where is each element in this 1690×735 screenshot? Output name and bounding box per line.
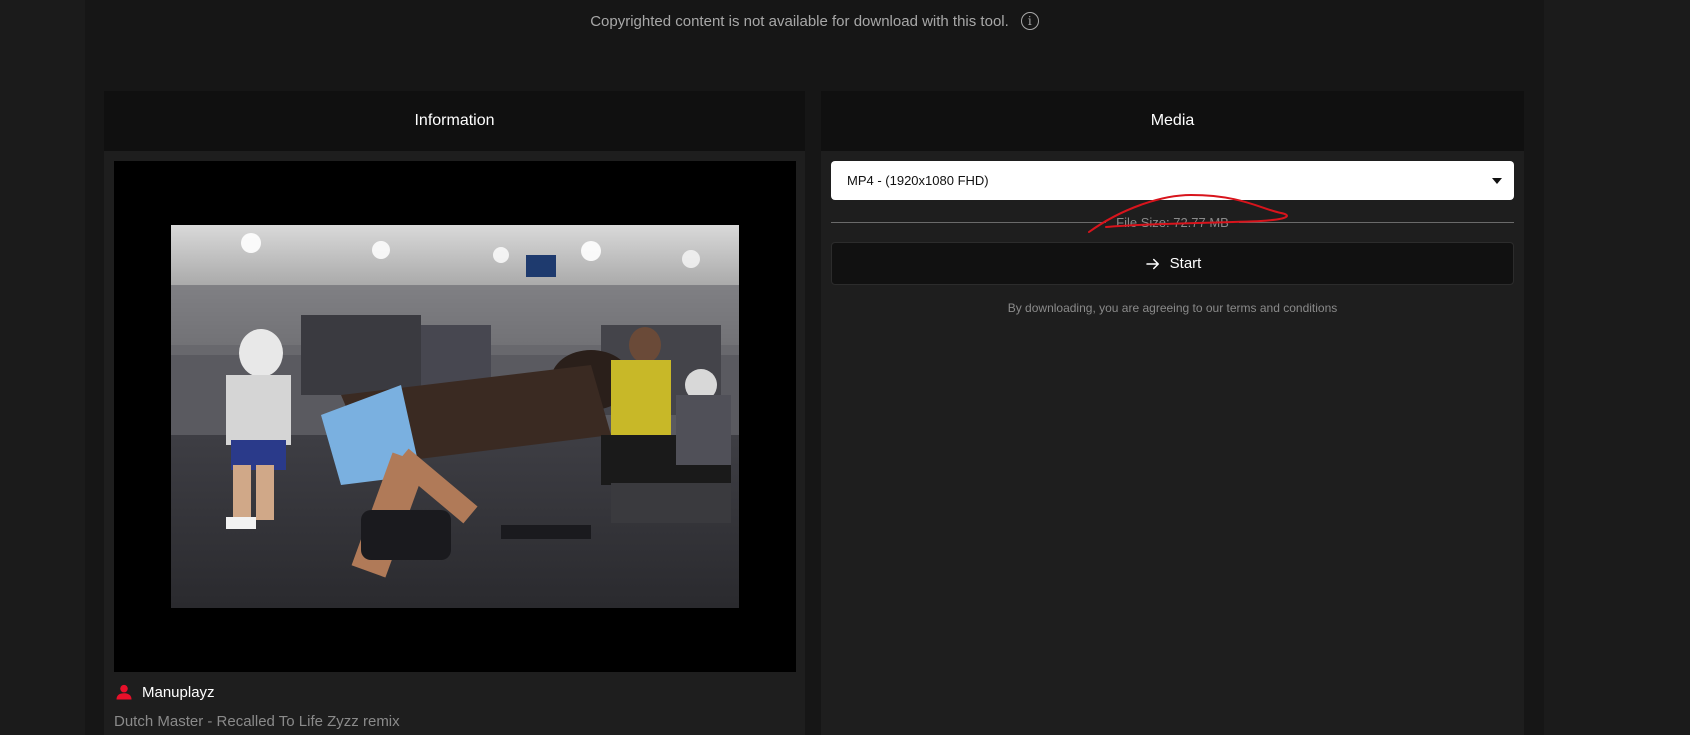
arrow-right-icon [1145,258,1159,269]
author-row: Manuplayz [114,682,215,702]
information-panel: Information Manuplayz Dutch Master - Rec… [104,91,805,735]
video-player[interactable] [114,161,796,672]
divider-right [1238,221,1514,223]
copyright-notice: Copyrighted content is not available for… [85,12,1544,30]
main-container: Copyrighted content is not available for… [85,0,1544,735]
format-select[interactable]: MP4 - (1920x1080 FHD) [831,161,1514,200]
format-select-value: MP4 - (1920x1080 FHD) [847,173,989,188]
divider-left [831,221,1107,223]
media-header: Media [821,91,1524,151]
file-size-text: File Size: 72.77 MB [1116,214,1229,230]
file-size-row: File Size: 72.77 MB [831,212,1514,232]
video-thumbnail [171,225,739,608]
video-title: Dutch Master - Recalled To Life Zyzz rem… [114,713,400,730]
information-header: Information [104,91,805,151]
media-panel: Media MP4 - (1920x1080 FHD) File Size: 7… [821,91,1524,735]
caret-down-icon [1492,177,1502,184]
start-button[interactable]: Start [831,242,1514,285]
author-name[interactable]: Manuplayz [142,684,215,701]
start-button-label: Start [1169,255,1202,272]
person-icon [116,684,132,700]
copyright-notice-text: Copyrighted content is not available for… [590,12,1009,30]
page: Copyrighted content is not available for… [0,0,1690,735]
info-icon[interactable]: i [1020,12,1039,30]
terms-notice: By downloading, you are agreeing to our … [1007,301,1338,315]
